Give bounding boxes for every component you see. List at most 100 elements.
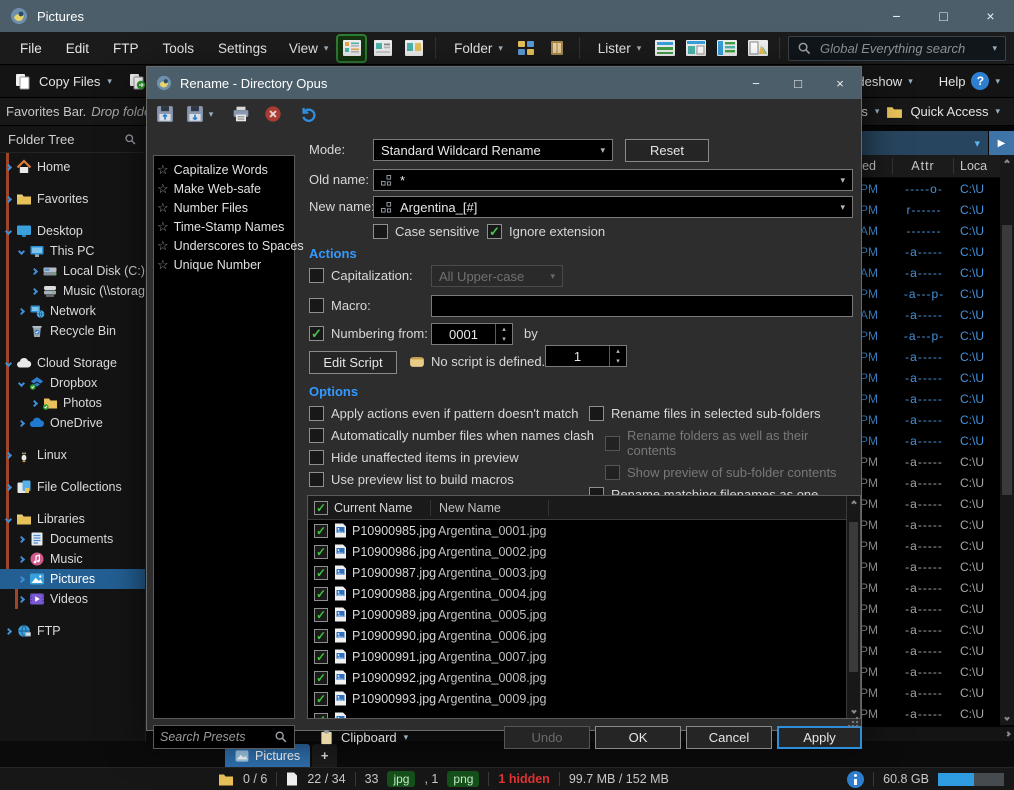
stepper-up-icon[interactable]: ▴ [610,346,626,356]
view-dropdown[interactable]: View ▾ [289,41,329,56]
preset-item-time-stamp-names[interactable]: ☆Time-Stamp Names [157,217,291,236]
collapse-icon[interactable] [5,359,12,366]
macro-input[interactable] [431,295,853,317]
preset-search-input[interactable]: Search Presets [153,725,295,749]
preset-item-unique-number[interactable]: ☆Unique Number [157,255,291,274]
menu-settings[interactable]: Settings [206,41,279,56]
new-tab-button[interactable]: + [312,744,337,767]
sidebar-item-linux[interactable]: Linux [0,445,145,465]
folder-pair-icon[interactable] [513,36,540,61]
sidebar-item-pictures[interactable]: Pictures [0,569,145,589]
preview-row[interactable]: ✓P10900988.jpgArgentina_0004.jpg [308,583,846,604]
preset-item-capitalize-words[interactable]: ☆Capitalize Words [157,160,291,179]
expand-icon[interactable] [5,451,12,458]
apply-button[interactable]: Apply [777,726,862,749]
info-icon[interactable] [847,771,864,788]
numbering-by-stepper[interactable]: 1 ▴▾ [545,345,627,367]
delete-preset-icon[interactable] [261,103,285,125]
lister-tree-icon[interactable] [713,36,740,61]
column-header-attr[interactable]: Attr [893,159,953,173]
sidebar-item-favorites[interactable]: Favorites [0,189,145,209]
preview-row[interactable]: ✓P10900985.jpgArgentina_0001.jpg [308,520,846,541]
preview-row[interactable]: ✓P10900989.jpgArgentina_0005.jpg [308,604,846,625]
sidebar-item-home[interactable]: Home [0,157,145,177]
sidebar-item-libraries[interactable]: Libraries [0,509,145,529]
preview-row[interactable]: ✓P10900990.jpgArgentina_0006.jpg [308,625,846,646]
revert-icon[interactable] [297,103,321,125]
row-checkbox[interactable]: ✓ [308,692,334,706]
new-name-input[interactable]: Argentina_[#] ▾ [373,196,853,218]
sidebar-item-cloud-storage[interactable]: Cloud Storage [0,353,145,373]
scroll-right-icon[interactable] [1005,731,1011,737]
minimize-button[interactable]: − [873,0,920,32]
stepper-down-icon[interactable]: ▾ [496,334,512,344]
checkbox[interactable]: ✓ [309,472,324,487]
scroll-up-icon[interactable] [847,496,860,510]
lister-single-icon[interactable] [651,36,678,61]
sidebar-item-videos[interactable]: Videos [0,589,145,609]
clipboard-dropdown[interactable]: Clipboard ▾ [319,729,408,746]
column-header-current-name[interactable]: Current Name [334,501,430,515]
menu-tools[interactable]: Tools [151,41,207,56]
stepper-down-icon[interactable]: ▾ [610,356,626,366]
copy-files-button[interactable]: Copy Files ▾ [6,72,120,90]
sidebar-item-local-disk-c[interactable]: Local Disk (C:) [0,261,145,281]
checkbox[interactable]: ✓ [309,450,324,465]
row-checkbox[interactable]: ✓ [308,713,334,719]
expand-icon[interactable] [31,287,38,294]
location-go-button[interactable]: ▶ [989,131,1014,155]
expand-icon[interactable] [5,195,12,202]
expand-icon[interactable] [18,555,25,562]
tree-search-icon[interactable] [124,133,137,146]
help-button[interactable]: Help [939,74,966,89]
checkbox[interactable]: ✓ [309,428,324,443]
row-checkbox[interactable]: ✓ [308,566,334,580]
dialog-maximize-button[interactable]: □ [777,67,819,99]
row-checkbox[interactable]: ✓ [308,524,334,538]
menu-edit[interactable]: Edit [54,41,101,56]
ignore-extension-checkbox[interactable]: ✓ Ignore extension [487,224,605,239]
numbering-from-stepper[interactable]: 0001 ▴▾ [431,323,513,345]
preview-row[interactable]: ✓P10900991.jpgArgentina_0007.jpg [308,646,846,667]
numbering-checkbox[interactable]: ✓ Numbering from: [309,326,428,341]
caret-down-icon[interactable]: ▾ [840,202,845,213]
collapse-icon[interactable] [18,247,25,254]
sidebar-item-ftp[interactable]: FTP [0,621,145,641]
cancel-button[interactable]: Cancel [686,726,772,749]
print-icon[interactable] [229,103,253,125]
preview-row[interactable]: ✓P10900993.jpgArgentina_0009.jpg [308,688,846,709]
option-use-preview-list-to-build-macros[interactable]: ✓Use preview list to build macros [309,472,594,487]
preset-item-make-web-safe[interactable]: ☆Make Web-safe [157,179,291,198]
favorites-right-fragment[interactable]: s [861,104,868,119]
preview-scrollbar[interactable] [846,496,860,718]
scroll-up-icon[interactable] [1000,155,1014,169]
close-button[interactable]: × [967,0,1014,32]
reset-button[interactable]: Reset [625,139,709,162]
lister-dual-vertical-icon[interactable] [682,36,709,61]
sidebar-item-recycle-bin[interactable]: Recycle Bin [0,321,145,341]
collapse-icon[interactable] [5,227,12,234]
scroll-down-icon[interactable] [1000,711,1014,725]
preview-row[interactable]: ✓P10900987.jpgArgentina_0003.jpg [308,562,846,583]
sidebar-item-this-pc[interactable]: This PC [0,241,145,261]
dialog-close-button[interactable]: × [819,67,861,99]
maximize-button[interactable]: □ [920,0,967,32]
row-checkbox[interactable]: ✓ [308,629,334,643]
collapse-icon[interactable] [18,379,25,386]
lister-dropdown[interactable]: Lister ▾ [598,41,642,56]
save-preset-icon[interactable] [183,103,207,125]
expand-icon[interactable] [18,307,25,314]
option-rename-files-in-selected-sub-folders[interactable]: ✓Rename files in selected sub-folders [589,406,861,421]
preview-row[interactable]: ✓P10900992.jpgArgentina_0008.jpg [308,667,846,688]
collapse-icon[interactable] [5,515,12,522]
checkbox[interactable]: ✓ [589,406,604,421]
load-preset-icon[interactable] [153,103,177,125]
slideshow-label[interactable]: deshow [857,74,902,89]
folder-dropdown[interactable]: Folder ▾ [454,41,503,56]
column-header-new-name[interactable]: New Name [431,501,548,515]
preview-row[interactable]: ✓ [308,709,846,718]
dialog-minimize-button[interactable]: − [735,67,777,99]
menu-ftp[interactable]: FTP [101,41,151,56]
expand-icon[interactable] [18,419,25,426]
resize-grip-icon[interactable] [847,716,859,728]
